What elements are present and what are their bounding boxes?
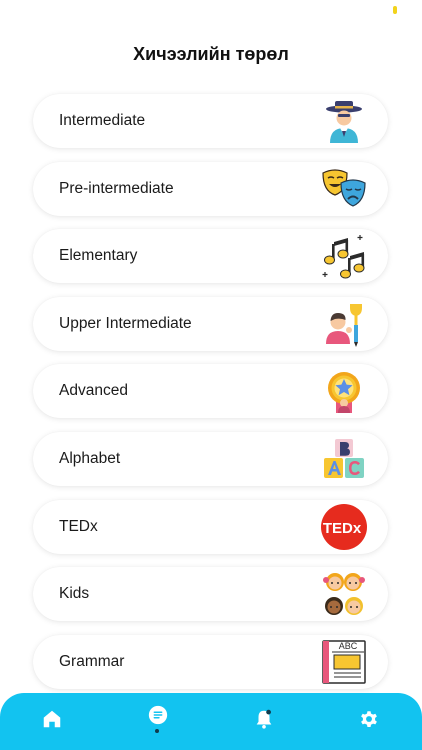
student-trophy-icon	[320, 300, 368, 348]
lesson-card-advanced[interactable]: Advanced	[33, 364, 388, 419]
lesson-card-grammar[interactable]: Grammar ABC	[33, 634, 388, 689]
gear-icon	[358, 708, 380, 730]
lesson-label: Alphabet	[59, 449, 121, 467]
home-icon	[41, 708, 63, 730]
tab-lessons[interactable]	[144, 701, 172, 729]
document-icon	[147, 704, 169, 726]
tab-home[interactable]	[38, 705, 66, 733]
bell-icon	[253, 708, 275, 730]
music-notes-icon	[320, 232, 368, 280]
lesson-label: Upper Intermediate	[59, 314, 192, 332]
star-medal-icon	[320, 367, 368, 415]
lesson-card-pre-intermediate[interactable]: Pre-intermediate	[33, 161, 388, 216]
lesson-card-elementary[interactable]: Elementary	[33, 229, 388, 284]
lesson-label: Pre-intermediate	[59, 179, 174, 197]
active-tab-indicator	[155, 729, 159, 733]
kids-faces-icon	[320, 570, 368, 618]
bottom-tab-bar	[0, 693, 422, 750]
lesson-card-kids[interactable]: Kids	[33, 567, 388, 622]
lesson-label: Grammar	[59, 652, 125, 670]
abc-board-icon: ABC	[320, 638, 368, 686]
lesson-label: TEDx	[59, 517, 98, 535]
lesson-card-intermediate[interactable]: Intermediate	[33, 94, 388, 148]
lesson-card-upper-intermediate[interactable]: Upper Intermediate	[33, 296, 388, 351]
lesson-label: Intermediate	[59, 112, 146, 129]
lesson-card-alphabet[interactable]: Alphabet	[33, 431, 388, 486]
tedx-logo-text: TEDx	[323, 520, 362, 537]
tedx-logo-icon: TEDx	[320, 503, 368, 551]
page-title: Хичээлийн төрөл	[133, 44, 289, 64]
lesson-label: Elementary	[59, 247, 138, 265]
board-text: ABC	[339, 641, 358, 651]
status-indicator	[393, 6, 397, 14]
lesson-label: Kids	[59, 585, 90, 603]
tab-settings[interactable]	[355, 705, 383, 733]
lesson-card-tedx[interactable]: TEDx TEDx	[33, 499, 388, 554]
lesson-label: Advanced	[59, 382, 128, 400]
tab-notifications[interactable]	[250, 705, 278, 733]
theater-masks-icon	[320, 165, 368, 213]
cowboy-icon	[320, 97, 368, 145]
lesson-list: Intermediate Pre-intermediate Elementary…	[33, 94, 388, 702]
abc-blocks-icon	[320, 435, 368, 483]
